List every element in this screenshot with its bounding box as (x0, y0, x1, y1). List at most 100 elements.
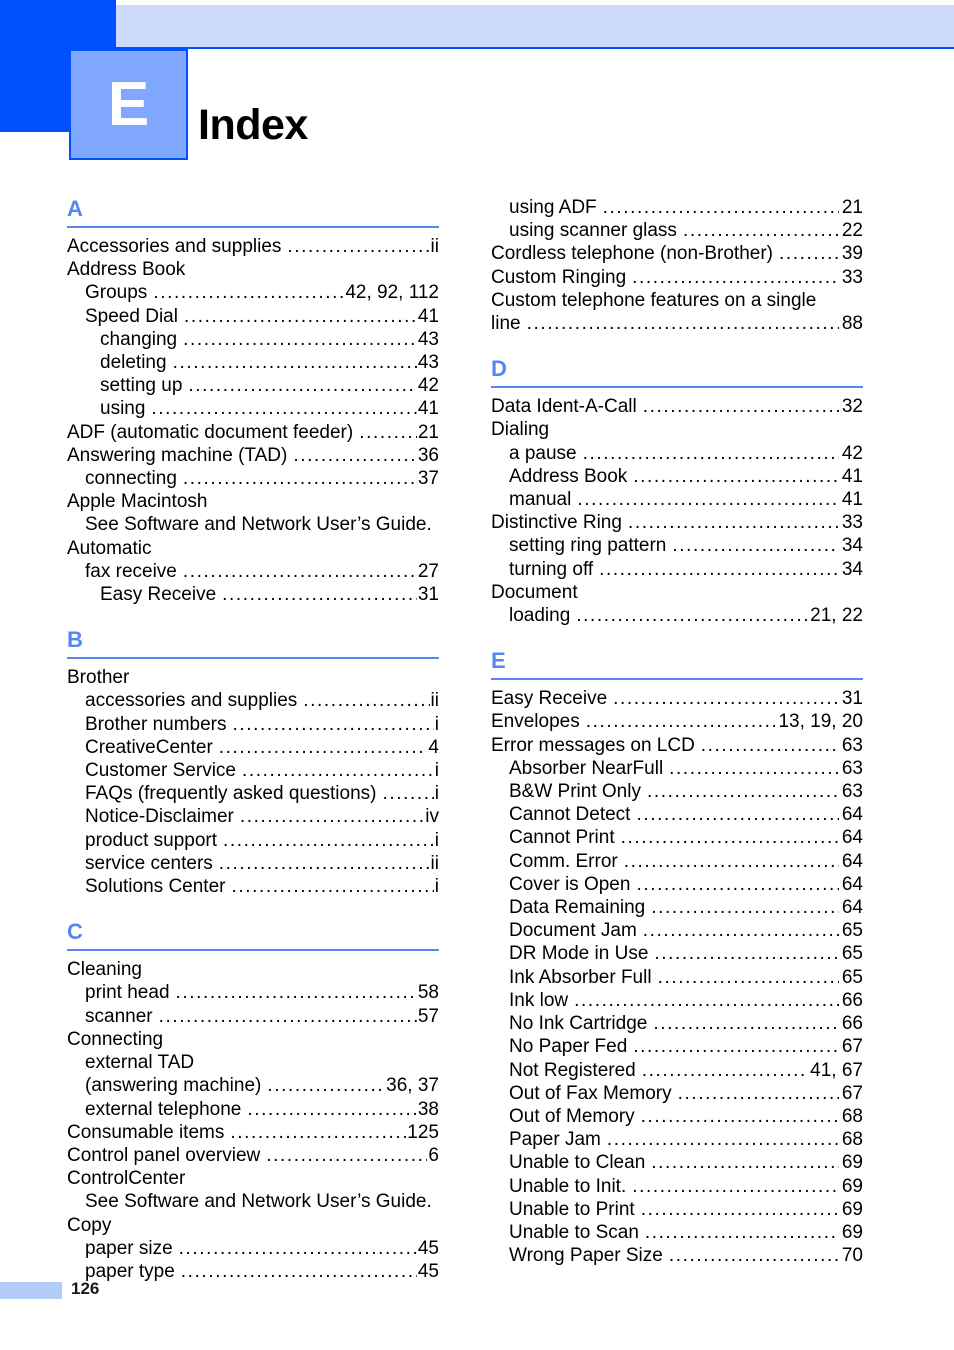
index-entry-label: Ink Absorber Full (509, 966, 652, 988)
index-entry-pages: 42, 92, 112 (345, 282, 439, 304)
index-entry[interactable]: Envelopes...............................… (491, 710, 863, 733)
index-entry[interactable]: Automatic (67, 537, 439, 560)
index-entry[interactable]: Cordless telephone (non-Brother)........… (491, 242, 863, 265)
index-entry-label: ControlCenter (67, 1168, 186, 1190)
index-entry[interactable]: DR Mode in Use..........................… (491, 942, 863, 965)
index-entry[interactable]: See Software and Network User’s Guide. (67, 513, 439, 536)
index-entry[interactable]: Speed Dial..............................… (67, 305, 439, 328)
index-entry[interactable]: Copy (67, 1214, 439, 1237)
index-entry[interactable]: Document (491, 581, 863, 604)
index-entry[interactable]: FAQs (frequently asked questions).......… (67, 782, 439, 805)
index-entry[interactable]: Out of Fax Memory.......................… (491, 1082, 863, 1105)
index-entry[interactable]: No Ink Cartridge........................… (491, 1012, 863, 1035)
index-entry[interactable]: Not Registered..........................… (491, 1059, 863, 1082)
index-entry[interactable]: using...................................… (67, 397, 439, 420)
index-entry[interactable]: ADF (automatic document feeder).........… (67, 421, 439, 444)
index-entry[interactable]: No Paper Fed............................… (491, 1035, 863, 1058)
index-entry[interactable]: scanner.................................… (67, 1005, 439, 1028)
index-entry[interactable]: external TAD (67, 1051, 439, 1074)
index-entry[interactable]: product support.........................… (67, 829, 439, 852)
index-entry[interactable]: Customer Service........................… (67, 759, 439, 782)
index-entry[interactable]: accessories and supplies................… (67, 689, 439, 712)
index-entry[interactable]: line....................................… (491, 312, 863, 335)
index-entry[interactable]: CreativeCenter..........................… (67, 736, 439, 759)
index-entry[interactable]: external telephone......................… (67, 1098, 439, 1121)
index-entry[interactable]: Easy Receive............................… (67, 583, 439, 606)
index-entry[interactable]: Ink Absorber Full.......................… (491, 966, 863, 989)
index-entry[interactable]: Address Book............................… (491, 465, 863, 488)
index-entry[interactable]: print head..............................… (67, 981, 439, 1004)
index-entry[interactable]: Ink low.................................… (491, 989, 863, 1012)
index-entry-label: Accessories and supplies (67, 236, 282, 257)
index-entry[interactable]: Unable to Init..........................… (491, 1175, 863, 1198)
index-entry[interactable]: Unable to Print.........................… (491, 1198, 863, 1221)
index-entry-pages: 33 (841, 512, 863, 534)
index-entry[interactable]: Control panel overview..................… (67, 1144, 439, 1167)
index-entry[interactable]: Custom Ringing..........................… (491, 266, 863, 289)
index-entry-label: Brother (67, 667, 130, 689)
index-entry[interactable]: Accessories and supplies................… (67, 235, 439, 258)
index-entry[interactable]: using ADF...............................… (491, 196, 863, 219)
index-entry[interactable]: Data Ident-A-Call.......................… (491, 395, 863, 418)
index-entry[interactable]: Custom telephone features on a single (491, 289, 863, 312)
index-entry-leader: ........................................… (632, 266, 839, 288)
index-entry[interactable]: connecting..............................… (67, 467, 439, 490)
index-entry[interactable]: Dialing (491, 418, 863, 441)
index-entry-label: external telephone (85, 1098, 242, 1120)
index-entry[interactable]: Distinctive Ring........................… (491, 511, 863, 534)
index-entry[interactable]: Document Jam............................… (491, 919, 863, 942)
index-entry-leader: ........................................… (642, 920, 839, 942)
index-entry[interactable]: Error messages on LCD...................… (491, 734, 863, 757)
index-entry[interactable]: ControlCenter (67, 1167, 439, 1190)
index-entry-label: CreativeCenter (85, 736, 213, 758)
index-entry[interactable]: changing................................… (67, 328, 439, 351)
index-entry[interactable]: a pause.................................… (491, 442, 863, 465)
index-entry[interactable]: Out of Memory...........................… (491, 1105, 863, 1128)
index-entry-label: Ink low (509, 989, 569, 1011)
index-entry[interactable]: manual..................................… (491, 488, 863, 511)
index-entry-label: Speed Dial (85, 305, 178, 327)
index-entry[interactable]: loading.................................… (491, 604, 863, 627)
index-entry-label: a pause (509, 442, 577, 464)
index-entry[interactable]: Wrong Paper Size........................… (491, 1244, 863, 1267)
index-entry[interactable]: See Software and Network User’s Guide. (67, 1190, 439, 1213)
index-entry-label: Document (491, 581, 578, 603)
index-entry[interactable]: Cleaning (67, 958, 439, 981)
index-entry-label: accessories and supplies (85, 690, 298, 712)
index-entry[interactable]: setting ring pattern....................… (491, 534, 863, 557)
index-entry-pages: 31 (417, 584, 439, 606)
index-entry[interactable]: (answering machine).....................… (67, 1074, 439, 1097)
index-entry[interactable]: paper size..............................… (67, 1237, 439, 1260)
index-entry[interactable]: Paper Jam...............................… (491, 1128, 863, 1151)
index-entry[interactable]: Solutions Center........................… (67, 875, 439, 898)
index-entry[interactable]: turning off.............................… (491, 558, 863, 581)
index-entry[interactable]: Notice-Disclaimer.......................… (67, 805, 439, 828)
index-entry[interactable]: paper type..............................… (67, 1260, 439, 1283)
index-entry[interactable]: service centers.........................… (67, 852, 439, 875)
index-entry[interactable]: Unable to Clean.........................… (491, 1151, 863, 1174)
index-entry[interactable]: Cannot Detect...........................… (491, 803, 863, 826)
index-entry[interactable]: deleting................................… (67, 351, 439, 374)
index-entry-pages: 63 (841, 781, 863, 803)
index-entry-label: See Software and Network User’s Guide. (85, 514, 432, 536)
index-entry[interactable]: Absorber NearFull.......................… (491, 757, 863, 780)
index-entry-label: Automatic (67, 537, 152, 559)
index-entry[interactable]: Data Remaining..........................… (491, 896, 863, 919)
index-entry[interactable]: Consumable items........................… (67, 1121, 439, 1144)
index-entry[interactable]: Groups..................................… (67, 281, 439, 304)
index-entry[interactable]: Easy Receive............................… (491, 687, 863, 710)
index-entry[interactable]: Comm. Error.............................… (491, 850, 863, 873)
index-entry[interactable]: Connecting (67, 1028, 439, 1051)
index-entry[interactable]: Brother numbers.........................… (67, 713, 439, 736)
index-entry[interactable]: B&W Print Only..........................… (491, 780, 863, 803)
index-entry[interactable]: Address Book (67, 258, 439, 281)
index-entry[interactable]: fax receive.............................… (67, 560, 439, 583)
index-entry[interactable]: Apple Macintosh (67, 490, 439, 513)
index-entry[interactable]: using scanner glass.....................… (491, 219, 863, 242)
index-entry[interactable]: Cannot Print............................… (491, 826, 863, 849)
index-entry[interactable]: Unable to Scan..........................… (491, 1221, 863, 1244)
index-entry[interactable]: Answering machine (TAD).................… (67, 444, 439, 467)
index-entry[interactable]: setting up..............................… (67, 374, 439, 397)
index-entry[interactable]: Brother (67, 666, 439, 689)
index-entry[interactable]: Cover is Open...........................… (491, 873, 863, 896)
